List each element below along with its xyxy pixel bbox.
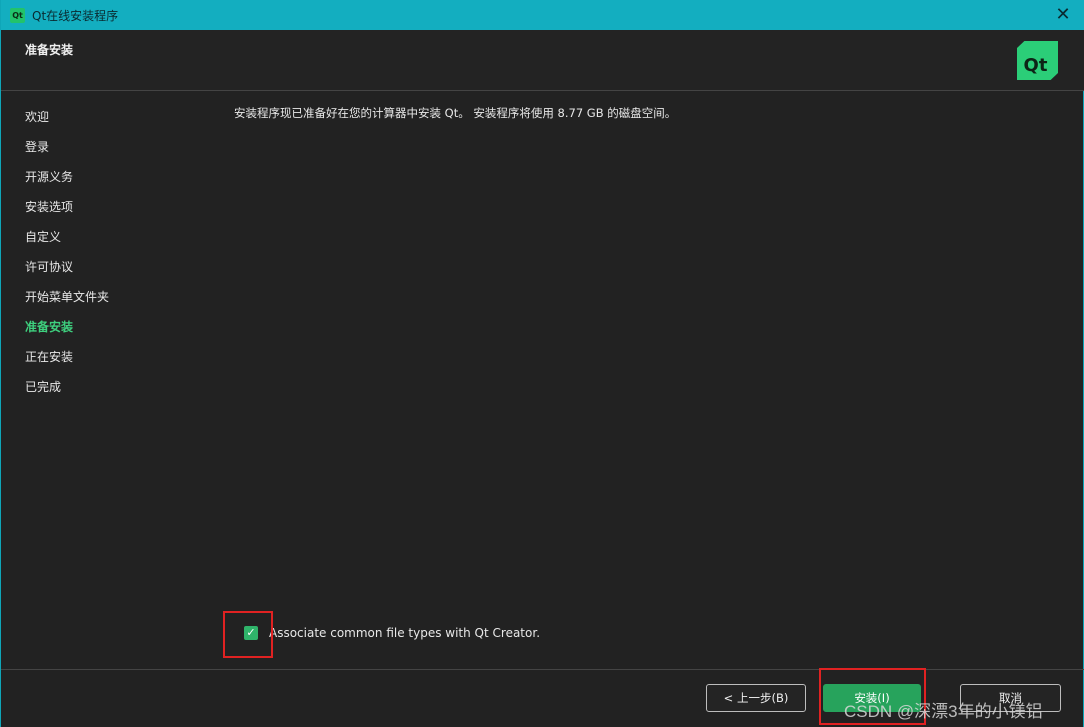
installer-window: Qt Qt在线安装程序 ✕ 准备安装 Qt 欢迎 登录 开源义务 安装选项 自定… <box>0 0 1084 727</box>
sidebar-item-finished: 已完成 <box>25 380 62 394</box>
associate-file-types-checkbox[interactable]: ✓ <box>244 626 258 640</box>
install-ready-message: 安装程序现已准备好在您的计算器中安装 Qt。 安装程序将使用 8.77 GB 的… <box>234 106 677 120</box>
watermark-text: CSDN @深漂3年的小镁铝 <box>844 702 1043 721</box>
footer-divider <box>1 669 1084 670</box>
title-bar[interactable]: Qt Qt在线安装程序 ✕ <box>1 0 1084 30</box>
window-title: Qt在线安装程序 <box>32 9 119 23</box>
sidebar-item-open-source-obligations: 开源义务 <box>25 170 74 184</box>
sidebar-item-customize: 自定义 <box>25 230 62 244</box>
back-button[interactable]: < 上一步(B) <box>706 684 806 712</box>
page-title: 准备安装 <box>25 43 74 57</box>
sidebar-item-start-menu: 开始菜单文件夹 <box>25 290 110 304</box>
close-icon[interactable]: ✕ <box>1051 3 1075 27</box>
sidebar-item-ready-to-install: 准备安装 <box>25 320 74 334</box>
sidebar-item-license: 许可协议 <box>25 260 74 274</box>
sidebar-item-install-options: 安装选项 <box>25 200 74 214</box>
page-header: 准备安装 Qt <box>1 30 1084 91</box>
sidebar-item-installing: 正在安装 <box>25 350 74 364</box>
qt-logo-icon: Qt <box>1017 41 1058 80</box>
associate-file-types-label[interactable]: Associate common file types with Qt Crea… <box>269 626 540 640</box>
sidebar-item-welcome: 欢迎 <box>25 110 50 124</box>
checkmark-icon: ✓ <box>246 626 256 639</box>
sidebar-item-login: 登录 <box>25 140 50 154</box>
qt-app-icon: Qt <box>10 8 25 23</box>
